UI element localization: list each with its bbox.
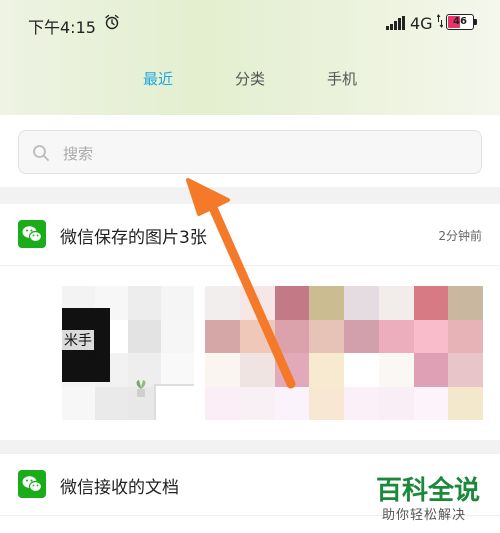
- tab-category[interactable]: 分类: [220, 68, 280, 89]
- status-bar: 下午4:15 4G 46: [0, 0, 500, 46]
- wechat-icon: [18, 220, 46, 248]
- battery-level: 46: [453, 16, 467, 27]
- battery-tip: [474, 19, 477, 25]
- image-thumbnail[interactable]: 米手 件: [62, 286, 194, 420]
- section-wechat-saved-images: 微信保存的图片3张 2分钟前 米手 件: [0, 204, 500, 440]
- watermark-title: 百科全说: [376, 476, 481, 506]
- section-header[interactable]: 微信保存的图片3张 2分钟前: [0, 204, 500, 266]
- signal-icon: [386, 16, 405, 30]
- search-placeholder: 搜索: [63, 145, 94, 163]
- data-activity-icon: [437, 14, 443, 28]
- alarm-clock-icon: [105, 14, 119, 30]
- section-divider: [0, 440, 500, 454]
- search-area: 搜索: [0, 115, 500, 187]
- pixelated-image: [205, 286, 483, 420]
- section-time: 2分钟前: [438, 229, 482, 243]
- watermark-subtitle: 助你轻松解决: [382, 508, 467, 523]
- wechat-icon: [18, 470, 46, 498]
- watermark-logo: 百科全说 助你轻松解决: [376, 470, 488, 526]
- thumbnail-text: 件: [88, 353, 102, 369]
- image-thumbnail[interactable]: [205, 286, 483, 420]
- category-tabs: 最近 分类 手机: [0, 68, 500, 96]
- tab-recent[interactable]: 最近: [128, 68, 188, 89]
- section-title: 微信保存的图片3张: [60, 228, 207, 248]
- status-time: 下午4:15: [28, 18, 96, 37]
- section-title: 微信接收的文档: [60, 478, 179, 498]
- tab-phone[interactable]: 手机: [312, 68, 372, 89]
- thumbnail-text: 米手: [62, 330, 94, 350]
- network-type: 4G: [410, 14, 433, 33]
- section-divider: [0, 187, 500, 204]
- search-input[interactable]: 搜索: [18, 130, 482, 174]
- battery-icon: 46: [446, 14, 474, 30]
- plant-icon: [136, 380, 146, 397]
- search-icon: [33, 145, 49, 161]
- monitor-shape: [154, 384, 194, 420]
